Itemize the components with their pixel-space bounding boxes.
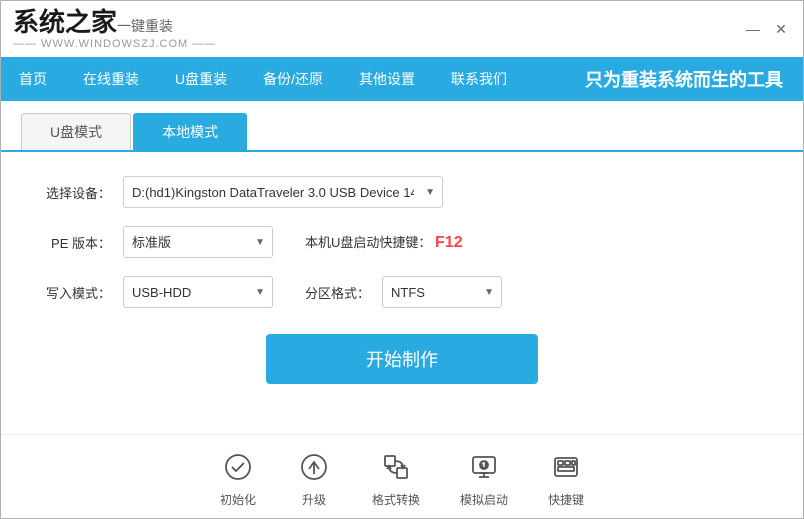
minimize-button[interactable]: — [743, 19, 763, 39]
nav-usb-reinstall[interactable]: U盘重装 [157, 57, 245, 101]
hotkey-info: 本机U盘启动快捷键： F12 [305, 232, 463, 252]
write-row: 写入模式： USB-HDD ▼ 分区格式： NTFS ▼ [41, 276, 763, 308]
tool-upgrade-label: 升级 [302, 491, 326, 508]
nav-bar: 首页 在线重装 U盘重装 备份/还原 其他设置 联系我们 只为重装系统而生的工具 [1, 57, 803, 101]
upload-icon [296, 449, 332, 485]
tab-local-mode[interactable]: 本地模式 [133, 113, 247, 150]
tabs-row: U盘模式 本地模式 [1, 101, 803, 152]
app-title: 系统之家一键重装 [13, 8, 173, 37]
format-icon [378, 449, 414, 485]
pe-select[interactable]: 标准版 [123, 226, 273, 258]
tool-initialize[interactable]: 初始化 [220, 449, 256, 508]
tool-format-label: 格式转换 [372, 491, 420, 508]
device-row: 选择设备： D:(hd1)Kingston DataTraveler 3.0 U… [41, 176, 763, 208]
close-button[interactable]: ✕ [771, 19, 791, 39]
device-select-wrapper: D:(hd1)Kingston DataTraveler 3.0 USB Dev… [123, 176, 443, 208]
partition-select-wrapper: NTFS ▼ [382, 276, 502, 308]
partition-select[interactable]: NTFS [382, 276, 502, 308]
tool-shortcut-label: 快捷键 [548, 491, 584, 508]
tool-format-convert[interactable]: 格式转换 [372, 449, 420, 508]
app-subtitle: —— WWW.WINDOWSZJ.COM —— [13, 38, 216, 50]
shortcut-icon [548, 449, 584, 485]
write-select[interactable]: USB-HDD [123, 276, 273, 308]
start-btn-row: 开始制作 [1, 334, 803, 384]
start-button[interactable]: 开始制作 [266, 334, 538, 384]
simulate-icon [466, 449, 502, 485]
title-bar: 系统之家一键重装 —— WWW.WINDOWSZJ.COM —— — ✕ [1, 1, 803, 57]
device-label: 选择设备： [41, 183, 111, 202]
tool-shortcut-key[interactable]: 快捷键 [548, 449, 584, 508]
tool-initialize-label: 初始化 [220, 491, 256, 508]
content-area: U盘模式 本地模式 选择设备： D:(hd1)Kingston DataTrav… [1, 101, 803, 518]
device-select[interactable]: D:(hd1)Kingston DataTraveler 3.0 USB Dev… [123, 176, 443, 208]
nav-slogan: 只为重装系统而生的工具 [585, 66, 803, 92]
pe-label: PE 版本： [41, 233, 111, 252]
tab-usb-mode[interactable]: U盘模式 [21, 113, 131, 150]
main-window: 系统之家一键重装 —— WWW.WINDOWSZJ.COM —— — ✕ 首页 … [0, 0, 804, 519]
write-select-wrapper: USB-HDD ▼ [123, 276, 273, 308]
tool-simulate-boot[interactable]: 模拟启动 [460, 449, 508, 508]
tool-upgrade[interactable]: 升级 [296, 449, 332, 508]
pe-row: PE 版本： 标准版 ▼ 本机U盘启动快捷键： F12 [41, 226, 763, 258]
form-area: 选择设备： D:(hd1)Kingston DataTraveler 3.0 U… [1, 152, 803, 324]
nav-online-reinstall[interactable]: 在线重装 [65, 57, 157, 101]
tool-simulate-label: 模拟启动 [460, 491, 508, 508]
partition-label: 分区格式： [305, 283, 370, 302]
bottom-tools: 初始化 升级 [1, 434, 803, 518]
brand: 系统之家一键重装 —— WWW.WINDOWSZJ.COM —— [13, 8, 216, 51]
nav-other-settings[interactable]: 其他设置 [341, 57, 433, 101]
nav-home[interactable]: 首页 [1, 57, 65, 101]
nav-items: 首页 在线重装 U盘重装 备份/还原 其他设置 联系我们 [1, 57, 525, 101]
hotkey-value: F12 [435, 234, 463, 251]
window-controls: — ✕ [743, 19, 791, 39]
check-circle-icon [220, 449, 256, 485]
nav-backup-restore[interactable]: 备份/还原 [245, 57, 341, 101]
pe-select-wrapper: 标准版 ▼ [123, 226, 273, 258]
nav-contact-us[interactable]: 联系我们 [433, 57, 525, 101]
write-label: 写入模式： [41, 283, 111, 302]
